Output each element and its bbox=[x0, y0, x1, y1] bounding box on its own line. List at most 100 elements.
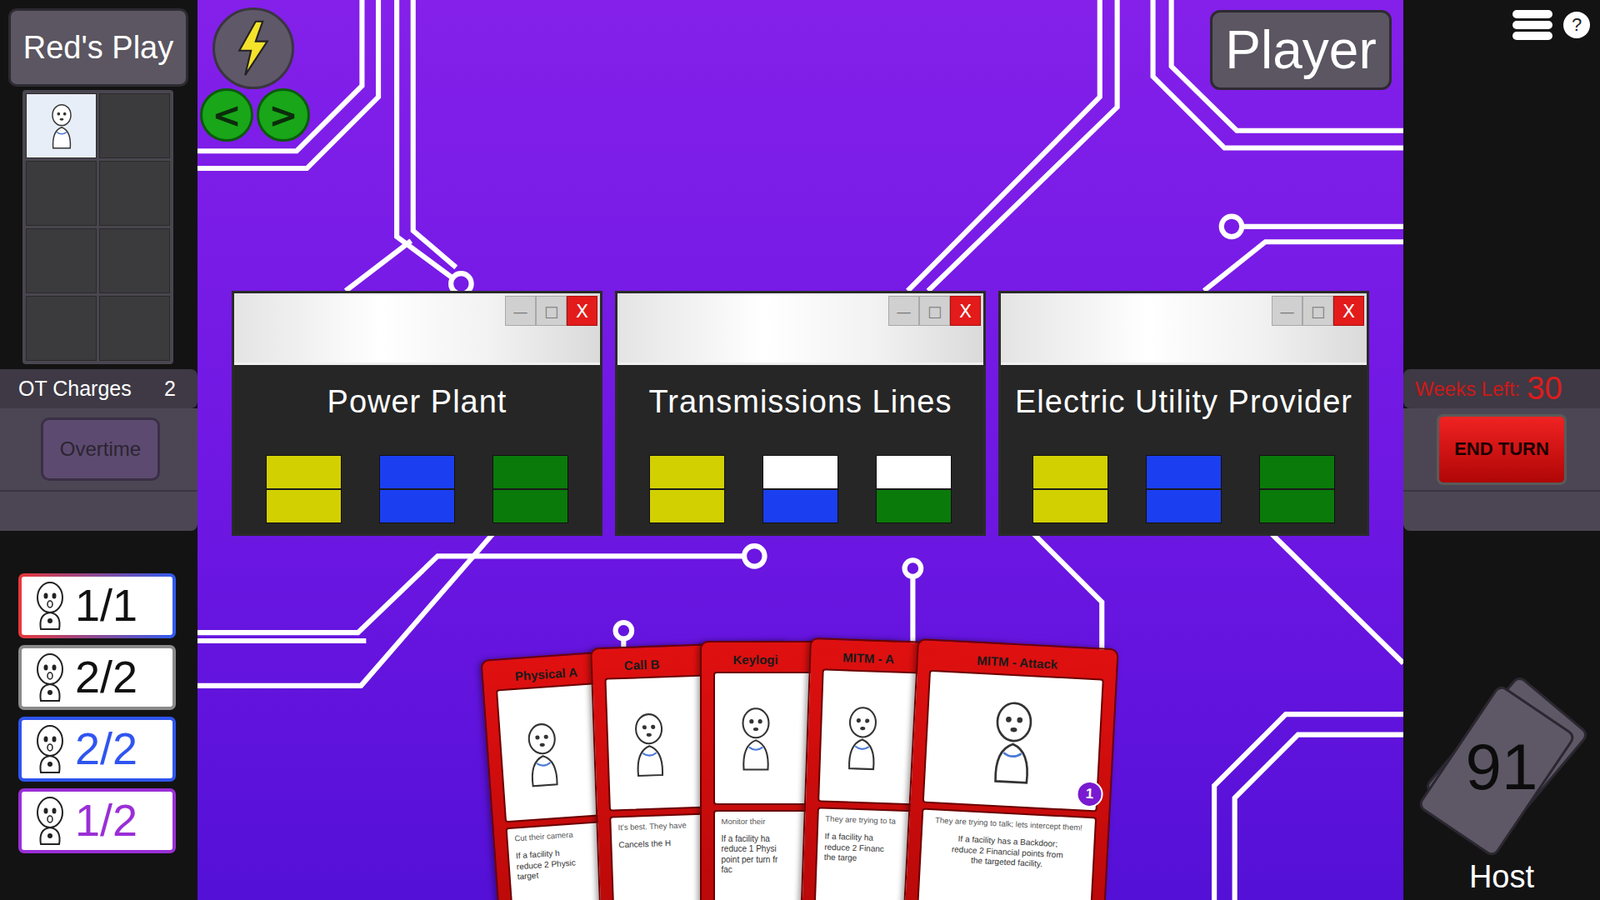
facility-window[interactable]: —□X Electric Utility Provider bbox=[998, 290, 1370, 536]
help-button[interactable]: ? bbox=[1563, 11, 1590, 39]
minimize-button[interactable]: — bbox=[505, 295, 536, 326]
ot-charges-bar: OT Charges 2 bbox=[0, 369, 198, 409]
stat-lower bbox=[876, 488, 951, 523]
card-character-icon bbox=[835, 701, 890, 771]
card-character-icon bbox=[730, 704, 782, 772]
player-box[interactable]: 2/2 bbox=[18, 645, 176, 710]
stat-upper bbox=[650, 455, 725, 489]
ot-charges-label: OT Charges bbox=[18, 376, 132, 401]
overtime-button[interactable]: Overtime bbox=[40, 417, 160, 481]
player-icon bbox=[33, 580, 67, 631]
facility-stats bbox=[1032, 455, 1335, 524]
maximize-button[interactable]: □ bbox=[535, 295, 567, 326]
stat-lower bbox=[493, 488, 568, 523]
ot-charges-value: 2 bbox=[164, 376, 176, 401]
maximize-button[interactable]: □ bbox=[1302, 295, 1334, 326]
minimize-button[interactable]: — bbox=[1271, 295, 1303, 326]
next-button[interactable]: > bbox=[256, 88, 310, 142]
card-hand: Physical ACut their cameraIf a facility … bbox=[197, 640, 1404, 900]
card-badge: 1 bbox=[1075, 780, 1104, 809]
weeks-left-value: 30 bbox=[1526, 370, 1562, 407]
play-slot[interactable] bbox=[25, 228, 97, 294]
stat-upper bbox=[1146, 455, 1221, 489]
weeks-left-bar: Weeks Left:30 bbox=[1403, 369, 1600, 409]
end-turn-panel: END TURN bbox=[1403, 408, 1600, 490]
played-card-icon bbox=[43, 101, 80, 150]
card-character-icon bbox=[977, 695, 1049, 786]
card-flavor: Cut their camera bbox=[514, 827, 595, 843]
facility-stat bbox=[265, 455, 342, 524]
player-count: 1/1 bbox=[75, 580, 138, 630]
card-effect-line: point per turn fr bbox=[721, 855, 802, 866]
power-button[interactable] bbox=[212, 7, 295, 90]
play-slots bbox=[22, 90, 174, 365]
stat-upper bbox=[266, 455, 341, 489]
stat-upper bbox=[876, 455, 951, 489]
facility-stat bbox=[649, 455, 725, 524]
play-slot[interactable] bbox=[99, 228, 170, 294]
player-box[interactable]: 2/2 bbox=[18, 716, 176, 782]
facility-window[interactable]: —□XPower Plant bbox=[231, 290, 603, 536]
window-title-bar[interactable]: —□X bbox=[234, 293, 600, 365]
window-title-bar[interactable]: —□X bbox=[1000, 293, 1367, 365]
weeks-left-label: Weeks Left: bbox=[1415, 377, 1520, 401]
right-strip bbox=[1403, 490, 1600, 531]
overtime-panel: Overtime bbox=[0, 408, 198, 490]
end-turn-button[interactable]: END TURN bbox=[1436, 414, 1567, 485]
facility-name: Electric Utility Provider bbox=[1015, 383, 1353, 422]
card-effect-line: fac bbox=[721, 865, 802, 876]
player-list: 1/1 2/2 2/2 1/2 bbox=[0, 573, 198, 854]
player-icon bbox=[33, 795, 67, 846]
lightning-icon bbox=[230, 19, 277, 78]
play-button[interactable]: Red's Play bbox=[8, 8, 189, 87]
player-box[interactable]: 1/1 bbox=[18, 573, 176, 639]
player-button[interactable]: Player bbox=[1210, 10, 1392, 90]
maximize-button[interactable]: □ bbox=[919, 295, 950, 326]
play-slot[interactable] bbox=[99, 93, 170, 159]
card-effect-line: If a facility ha bbox=[721, 834, 802, 845]
window-title-bar[interactable]: —□X bbox=[617, 293, 984, 365]
play-slot[interactable] bbox=[25, 160, 97, 226]
stat-lower bbox=[1260, 488, 1335, 523]
card-character-icon bbox=[621, 708, 676, 778]
left-strip bbox=[0, 490, 198, 531]
play-slot[interactable] bbox=[25, 93, 97, 159]
card-flavor: They are trying to talk; lets intercept … bbox=[929, 815, 1088, 833]
game-board: <>Player—□XPower Plant—□XTransmissions L… bbox=[197, 0, 1404, 900]
facility-stats bbox=[649, 455, 952, 524]
player-count: 2/2 bbox=[75, 652, 138, 702]
stat-upper bbox=[763, 455, 838, 489]
player-box[interactable]: 1/2 bbox=[18, 788, 176, 854]
player-icon bbox=[33, 652, 67, 703]
deck-count: 91 bbox=[1410, 675, 1594, 859]
stat-upper bbox=[493, 455, 568, 489]
stat-lower bbox=[1033, 488, 1108, 523]
draw-deck[interactable]: 91 bbox=[1410, 675, 1594, 859]
facility-stat bbox=[762, 455, 839, 524]
play-slot[interactable] bbox=[99, 295, 170, 361]
hand-card[interactable]: MITM - AttackThey are trying to talk; le… bbox=[902, 637, 1119, 900]
menu-icon[interactable] bbox=[1511, 9, 1554, 41]
minimize-button[interactable]: — bbox=[888, 295, 920, 326]
stat-lower bbox=[650, 488, 725, 523]
deck-owner: Host bbox=[1469, 858, 1535, 897]
play-slot[interactable] bbox=[99, 160, 170, 226]
facilities-row: —□XPower Plant—□XTransmissions Lines—□XE… bbox=[197, 290, 1404, 536]
card-effect-line: Cancels the H bbox=[618, 837, 699, 851]
player-count: 1/2 bbox=[75, 795, 138, 845]
close-button[interactable]: X bbox=[950, 295, 981, 326]
play-slot[interactable] bbox=[25, 295, 97, 361]
facility-stat bbox=[875, 455, 952, 524]
facility-window[interactable]: —□X Transmissions Lines bbox=[615, 290, 986, 536]
stat-upper bbox=[380, 455, 455, 489]
card-text: They are trying to talk; lets intercept … bbox=[915, 807, 1096, 900]
prev-button[interactable]: < bbox=[200, 88, 254, 142]
facility-stat bbox=[379, 455, 455, 524]
card-flavor: Monitor their bbox=[721, 816, 802, 826]
facility-stat bbox=[1145, 455, 1222, 524]
close-button[interactable]: X bbox=[1333, 295, 1365, 326]
close-button[interactable]: X bbox=[566, 295, 598, 326]
facility-name: Transmissions Lines bbox=[649, 383, 953, 422]
stat-upper bbox=[1260, 455, 1335, 489]
facility-stat bbox=[1032, 455, 1109, 524]
